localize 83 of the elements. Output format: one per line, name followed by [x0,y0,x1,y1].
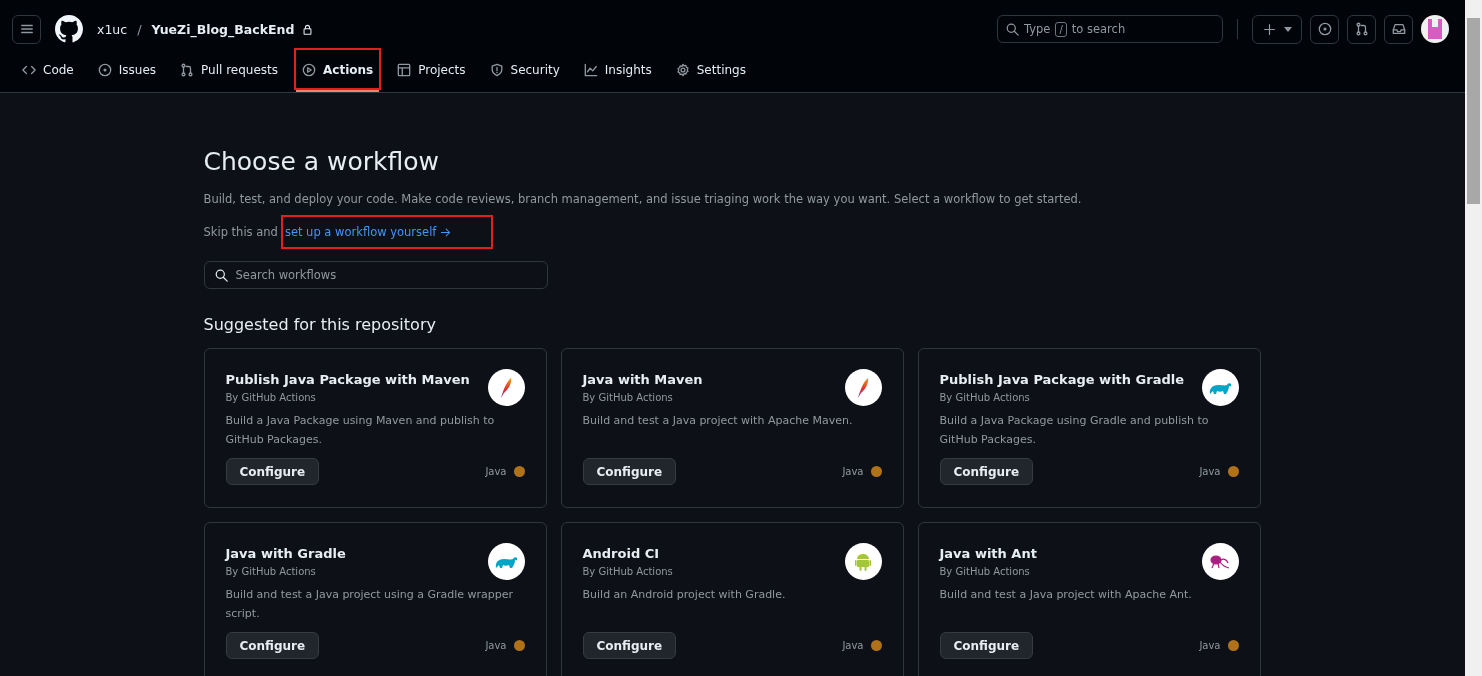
workflow-author: By GitHub Actions [939,392,1031,403]
workflow-description: Build a Java Package using Maven and publish to GitHub Packages. [225,413,496,448]
scrollbar-thumb[interactable] [1467,18,1480,204]
language-label: Java [485,466,507,477]
workflow-search-field[interactable]: Search workflows [203,261,548,289]
pixel-avatar-icon [1426,19,1444,39]
configure-button[interactable]: Configure [225,632,320,659]
page-title: Choose a workflow [203,147,440,176]
workflow-author: By GitHub Actions [582,392,674,403]
pull-request-icon [1354,22,1369,36]
repo-tab[interactable]: Insights [577,50,658,92]
feather-icon [499,376,513,399]
settings-icon [675,63,690,77]
avatar[interactable] [1421,15,1449,43]
create-new-button[interactable] [1252,14,1302,44]
repo-tab[interactable]: Projects [391,50,472,92]
workflow-description: Build and test a Java project using a Gradle wrapper script. [225,587,515,622]
configure-button[interactable]: Configure [225,458,320,485]
pull-request-icon [180,63,195,77]
code-icon [22,63,36,77]
language-label: Java [842,466,864,477]
plus-icon [1262,22,1276,36]
configure-button[interactable]: Configure [939,632,1034,659]
inbox-button[interactable] [1384,14,1413,44]
scrollbar[interactable] [1465,0,1482,676]
menu-icon [19,22,34,36]
inbox-icon [1391,22,1406,36]
workflow-description: Build and test a Java project with Apache Maven. [582,413,854,429]
search-field[interactable]: Type / to search [997,15,1223,43]
search-prefix: Type [1024,22,1051,36]
workflow-description: Build an Android project with Gradle. [582,587,787,603]
octocat-logo-icon[interactable] [55,15,83,43]
issues-button[interactable] [1310,14,1339,44]
play-icon [302,63,316,77]
language-label: Java [1199,640,1221,651]
page-description: Build, test, and deploy your code. Make code reviews, branch management, and issue triaging work the way you want. Select a workflow to get started. [203,192,1083,206]
table-icon [397,63,412,77]
issue-icon [1317,22,1332,36]
owner-link[interactable]: x1uc [97,21,128,37]
repo-tab[interactable]: Actions [296,50,380,92]
ant-icon [1209,552,1231,571]
search-icon [214,268,228,282]
language-label: Java [1199,466,1221,477]
repo-tab[interactable]: Issues [91,50,163,92]
workflow-title: Java with Maven [582,372,703,387]
language-label: Java [842,640,864,651]
workflow-author: By GitHub Actions [225,566,317,577]
search-suffix: to search [1071,22,1126,36]
workflow-description: Build and test a Java project with Apache Ant. [939,587,1193,603]
repo-tab[interactable]: Settings [669,50,752,92]
setup-workflow-link[interactable]: set up a workflow yourself [282,217,492,247]
path-separator: / [137,21,142,37]
repo-tab[interactable]: Code [16,50,80,92]
android-icon [855,552,871,571]
workflow-description: Build a Java Package using Gradle and publish to GitHub Packages. [939,413,1210,448]
shield-icon [489,63,504,77]
caret-icon [1283,26,1292,32]
configure-button[interactable]: Configure [582,632,677,659]
feather-icon [856,376,870,399]
section-title: Suggested for this repository [203,315,437,334]
repo-tab[interactable]: Pull requests [174,50,284,92]
configure-button[interactable]: Configure [582,458,677,485]
search-icon [1006,22,1019,36]
workflow-author: By GitHub Actions [939,566,1031,577]
workflow-author: By GitHub Actions [582,566,673,577]
graph-icon [583,63,598,77]
repository-link[interactable]: YueZi_Blog_BackEnd [151,21,295,37]
arrow-icon [440,226,452,238]
workflow-title: Java with Ant [939,546,1037,561]
configure-button[interactable]: Configure [939,458,1034,485]
workflow-title: Android CI [582,546,661,561]
language-label: Java [485,640,507,651]
shortcut-key: / [1055,21,1067,37]
workflow-title: Publish Java Package with Gradle [939,372,1185,387]
menu-button[interactable] [12,14,41,44]
repo-tab[interactable]: Security [483,50,566,92]
workflow-title: Publish Java Package with Maven [225,372,470,387]
issue-icon [97,63,112,77]
search-placeholder: Search workflows [235,268,337,282]
workflow-author: By GitHub Actions [225,392,317,403]
workflow-title: Java with Gradle [225,546,346,561]
pull-requests-button[interactable] [1347,14,1376,44]
skip-text: Skip this and [203,225,278,239]
